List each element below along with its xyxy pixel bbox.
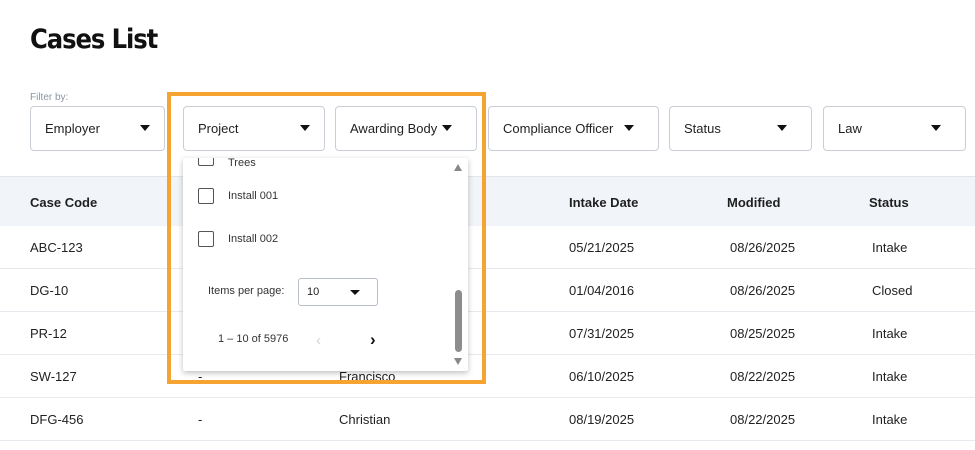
option-checkbox[interactable]: [198, 231, 214, 247]
caret-down-icon: [931, 125, 941, 131]
table-row[interactable]: ABC-123 05/21/2025 08/26/2025 Intake: [0, 226, 975, 269]
law-filter[interactable]: Law: [823, 106, 966, 151]
table-row[interactable]: PR-12 07/31/2025 08/25/2025 Intake: [0, 312, 975, 355]
chevron-right-icon[interactable]: ›: [370, 330, 376, 350]
dash-cell: -: [198, 412, 203, 427]
option-checkbox[interactable]: [198, 158, 214, 166]
name-cell: Francisco: [339, 369, 396, 384]
intake-date-cell: 01/04/2016: [569, 283, 635, 298]
table-row[interactable]: SW-127 - Francisco 06/10/2025 08/22/2025…: [0, 355, 975, 398]
table-row[interactable]: DG-10 01/04/2016 08/26/2025 Closed: [0, 269, 975, 312]
table-row[interactable]: DFG-456 - Christian 08/19/2025 08/22/202…: [0, 398, 975, 441]
awarding-body-filter[interactable]: Awarding Body: [335, 106, 477, 151]
caret-down-icon: [140, 125, 150, 131]
pagination-range: 1 – 10 of 5976: [218, 333, 289, 345]
filter-label: Filter by:: [30, 92, 69, 103]
status-filter[interactable]: Status: [669, 106, 812, 151]
case-code-cell[interactable]: DG-10: [30, 283, 68, 298]
items-per-page-label: Items per page:: [208, 285, 285, 297]
case-code-cell[interactable]: ABC-123: [30, 240, 83, 255]
status-cell: Closed: [872, 283, 913, 298]
caret-down-icon: [777, 125, 787, 131]
compliance-officer-filter[interactable]: Compliance Officer: [488, 106, 659, 151]
page-title: Cases List: [30, 24, 158, 55]
caret-down-icon: [442, 125, 452, 131]
header-modified[interactable]: Modified: [727, 195, 780, 210]
project-filter[interactable]: Project: [183, 106, 325, 151]
modified-cell: 08/25/2025: [730, 326, 796, 341]
scrollbar-thumb[interactable]: [455, 290, 462, 352]
intake-date-cell: 06/10/2025: [569, 369, 635, 384]
caret-down-icon: [624, 125, 634, 131]
intake-date-cell: 08/19/2025: [569, 412, 635, 427]
status-cell: Intake: [872, 326, 908, 341]
header-status[interactable]: Status: [869, 195, 909, 210]
items-per-page-value: 10: [307, 286, 320, 298]
name-cell: Christian: [339, 412, 391, 427]
status-cell: Intake: [872, 240, 908, 255]
option-label[interactable]: Install 001: [228, 190, 278, 202]
caret-down-icon: [300, 125, 310, 131]
law-filter-label: Law: [838, 121, 862, 136]
header-intake-date[interactable]: Intake Date: [569, 195, 638, 210]
project-dropdown-panel: Trees Install 001 Install 002 Items per …: [183, 158, 468, 371]
modified-cell: 08/26/2025: [730, 240, 796, 255]
items-per-page-select[interactable]: 10: [298, 278, 378, 306]
table-header: Case Code Intake Date Modified Status: [0, 176, 975, 226]
scroll-down-arrow-icon[interactable]: [454, 358, 462, 365]
option-checkbox[interactable]: [198, 188, 214, 204]
modified-cell: 08/22/2025: [730, 369, 796, 384]
employer-filter-label: Employer: [45, 121, 100, 136]
modified-cell: 08/26/2025: [730, 283, 796, 298]
case-code-cell[interactable]: SW-127: [30, 369, 77, 384]
case-code-cell[interactable]: DFG-456: [30, 412, 83, 427]
status-filter-label: Status: [684, 121, 721, 136]
option-label[interactable]: Trees: [228, 158, 256, 169]
awarding-body-filter-label: Awarding Body: [350, 121, 438, 136]
header-case-code[interactable]: Case Code: [30, 195, 97, 210]
dash-cell: -: [198, 369, 203, 384]
option-label[interactable]: Install 002: [228, 233, 278, 245]
scrollbar[interactable]: [452, 162, 464, 367]
compliance-officer-filter-label: Compliance Officer: [503, 121, 614, 136]
chevron-left-icon[interactable]: ‹: [316, 332, 321, 349]
status-cell: Intake: [872, 412, 908, 427]
scroll-up-arrow-icon[interactable]: [454, 164, 462, 171]
intake-date-cell: 05/21/2025: [569, 240, 635, 255]
case-code-cell[interactable]: PR-12: [30, 326, 67, 341]
project-filter-label: Project: [198, 121, 239, 136]
modified-cell: 08/22/2025: [730, 412, 796, 427]
caret-down-icon: [350, 290, 360, 295]
status-cell: Intake: [872, 369, 908, 384]
intake-date-cell: 07/31/2025: [569, 326, 635, 341]
employer-filter[interactable]: Employer: [30, 106, 165, 151]
